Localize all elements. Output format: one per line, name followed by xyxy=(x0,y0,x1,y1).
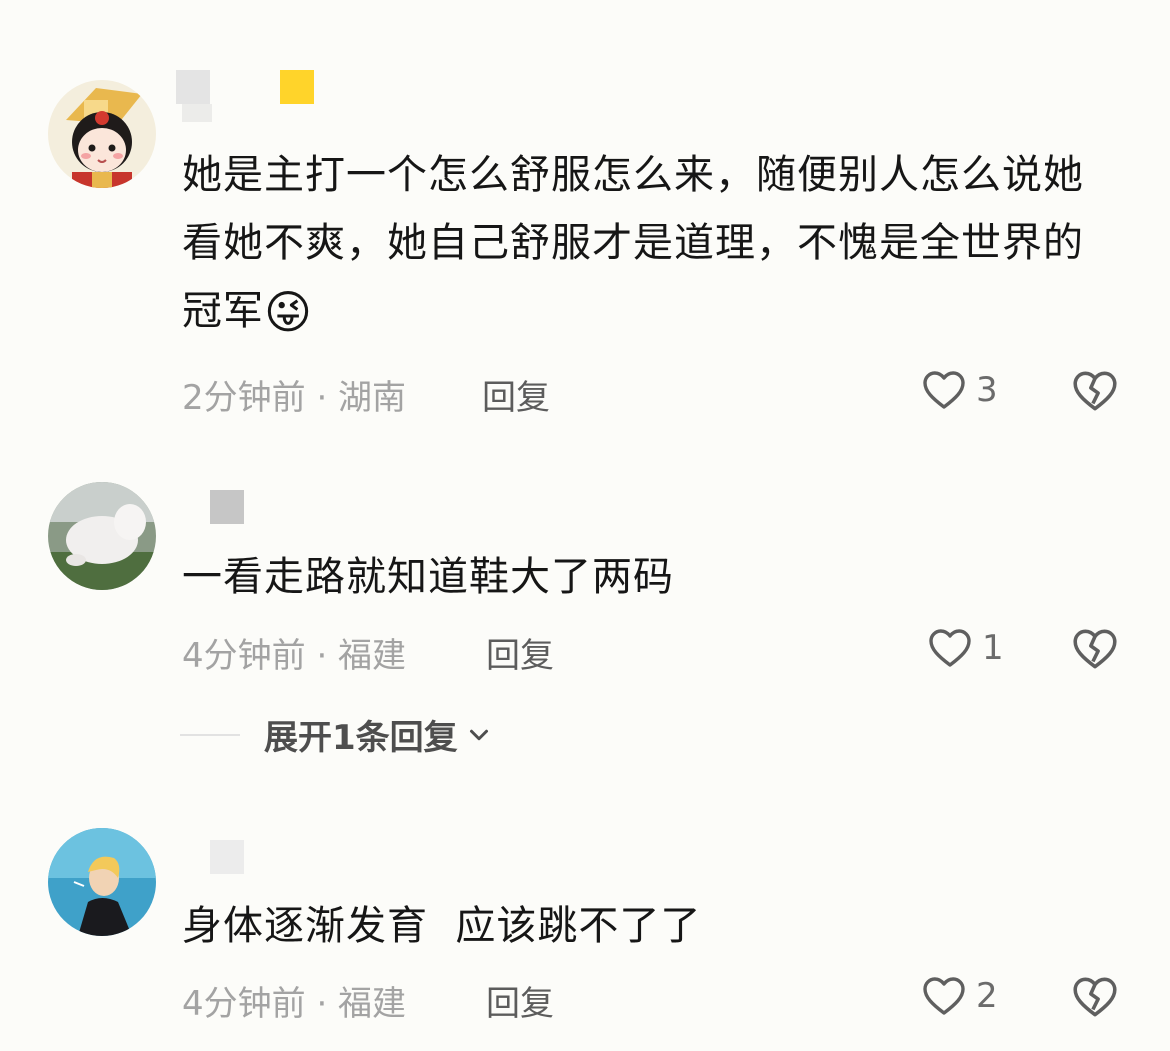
heart-outline-icon xyxy=(923,371,965,409)
comment-time-location: 4分钟前 · 福建 xyxy=(182,636,407,676)
like-button[interactable]: 3 xyxy=(920,366,998,414)
expand-replies-button[interactable]: 展开1条回复 xyxy=(180,710,494,759)
like-button[interactable]: 1 xyxy=(926,624,1004,672)
like-count: 3 xyxy=(976,370,998,410)
chevron-down-icon xyxy=(469,729,488,740)
expand-replies-label: 展开1条回复 xyxy=(264,718,458,758)
comment-time-location: 2分钟前 · 湖南 xyxy=(182,378,407,418)
comment-text: 一看走路就知道鞋大了两码 xyxy=(182,554,674,600)
reply-button[interactable]: 回复 xyxy=(486,628,554,677)
comment-time-location: 4分钟前 · 福建 xyxy=(182,984,407,1024)
avatar-image xyxy=(48,482,156,590)
username[interactable] xyxy=(176,70,210,104)
expand-divider xyxy=(180,733,240,736)
reply-button[interactable]: 回复 xyxy=(486,976,554,1025)
avatar[interactable] xyxy=(48,828,156,936)
broken-heart-icon xyxy=(1073,629,1117,669)
dislike-button[interactable] xyxy=(1070,624,1120,678)
dislike-button[interactable] xyxy=(1070,972,1120,1026)
comment-text: 她是主打一个怎么舒服怎么来，随便别人怎么说她看她不爽，她自己舒服才是道理，不愧是… xyxy=(182,141,1122,346)
username[interactable] xyxy=(210,840,244,874)
laughing-wink-emoji-icon: 😜 xyxy=(264,285,313,339)
like-count: 1 xyxy=(982,628,1004,668)
like-button[interactable]: 2 xyxy=(920,972,998,1020)
avatar[interactable] xyxy=(48,80,156,188)
username-badge xyxy=(280,70,314,104)
reply-button[interactable]: 回复 xyxy=(482,370,550,419)
username[interactable] xyxy=(210,490,244,524)
avatar-image xyxy=(48,828,156,936)
comment-text-body: 她是主打一个怎么舒服怎么来，随便别人怎么说她看她不爽，她自己舒服才是道理，不愧是… xyxy=(182,152,1084,334)
heart-outline-icon xyxy=(929,629,971,667)
comment-text: 身体逐渐发育 应该跳不了了 xyxy=(182,903,702,949)
heart-outline-icon xyxy=(923,977,965,1015)
avatar-image xyxy=(48,80,156,188)
username-fragment xyxy=(182,104,212,122)
avatar[interactable] xyxy=(48,482,156,590)
like-count: 2 xyxy=(976,976,998,1016)
broken-heart-icon xyxy=(1073,371,1117,411)
broken-heart-icon xyxy=(1073,977,1117,1017)
dislike-button[interactable] xyxy=(1070,366,1120,420)
